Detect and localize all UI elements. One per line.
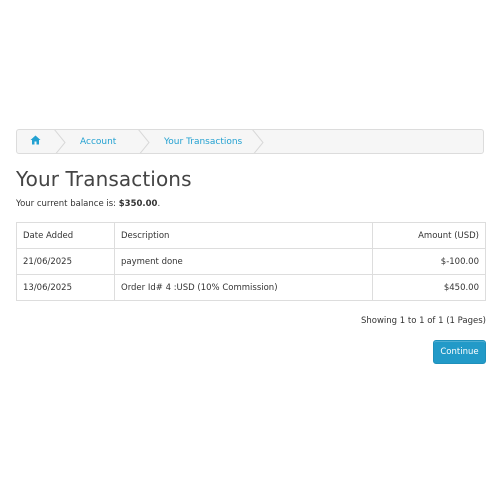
cell-amount: $450.00	[372, 274, 486, 301]
table-header-row: Date Added Description Amount (USD)	[16, 222, 486, 249]
home-icon	[30, 135, 41, 148]
balance-value: $350.00	[118, 199, 158, 209]
cell-date: 21/06/2025	[16, 248, 115, 275]
cell-description: payment done	[114, 248, 373, 275]
cell-description: Order Id# 4 :USD (10% Commission)	[114, 274, 373, 301]
balance-suffix: .	[157, 199, 161, 209]
balance-text: Your current balance is: $350.00.	[16, 199, 160, 209]
balance-label: Your current balance is:	[16, 199, 117, 209]
transactions-table: Date Added Description Amount (USD) 21/0…	[16, 222, 486, 301]
breadcrumb-account[interactable]: Account	[66, 130, 138, 153]
breadcrumb-separator	[54, 130, 66, 153]
header-description: Description	[114, 222, 373, 249]
breadcrumb-separator	[138, 130, 150, 153]
page-title: Your Transactions	[16, 167, 192, 191]
breadcrumb-your-transactions[interactable]: Your Transactions	[150, 130, 242, 153]
table-row: 21/06/2025 payment done $-100.00	[16, 248, 486, 275]
table-row: 13/06/2025 Order Id# 4 :USD (10% Commiss…	[16, 274, 486, 301]
breadcrumb: Account Your Transactions	[16, 129, 484, 154]
header-amount: Amount (USD)	[372, 222, 486, 249]
cell-amount: $-100.00	[372, 248, 486, 275]
breadcrumb-home[interactable]	[17, 130, 54, 153]
pagination-results-text: Showing 1 to 1 of 1 (1 Pages)	[361, 316, 486, 326]
header-date-added: Date Added	[16, 222, 115, 249]
continue-button[interactable]: Continue	[433, 340, 486, 364]
cell-date: 13/06/2025	[16, 274, 115, 301]
breadcrumb-separator	[252, 130, 264, 153]
